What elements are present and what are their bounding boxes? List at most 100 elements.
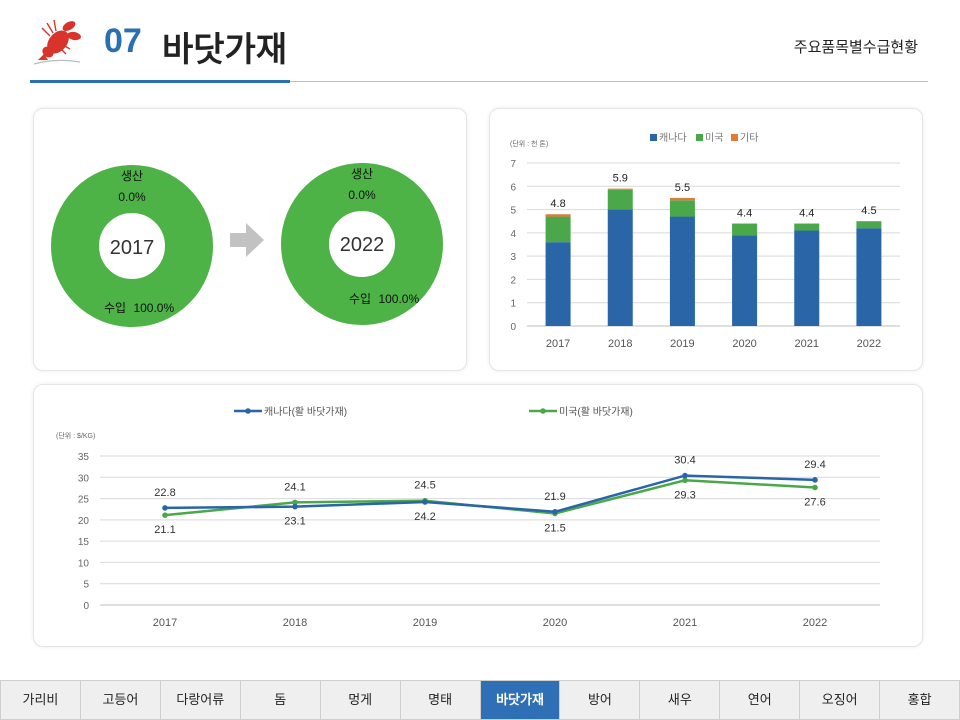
bar-ytick-label: 5 [510,206,516,217]
line-point [812,484,818,491]
nav-tab-멍게[interactable]: 멍게 [319,680,400,720]
donut-charts: 2017 생산 0.0% 수입 100.0% 2022 생산 0.0% 수입 1… [51,163,443,327]
line-ytick-label: 25 [78,495,90,506]
line-data-label-usa: 21.5 [544,522,565,534]
line-data-label-usa: 24.5 [414,480,435,492]
donut-2017-import-value: 100.0% [133,301,174,315]
nav-tab-명태[interactable]: 명태 [399,680,480,720]
donut-center-2022: 2022 [340,234,385,256]
line-data-label-canada: 23.1 [284,516,305,528]
nav-tab-고등어[interactable]: 고등어 [79,680,160,720]
legend-swatch-기타 [731,134,738,141]
line-point [162,505,168,511]
nav-tab-가리비[interactable]: 가리비 [0,680,80,720]
nav-tab-오징어[interactable]: 오징어 [799,680,880,720]
line-data-label-usa: 27.6 [804,497,825,509]
page-title: 바닷가재 [162,31,288,69]
section-number: 07 [104,22,142,60]
bar-total-label: 4.5 [861,205,876,217]
line-data-label-canada: 30.4 [674,455,695,467]
line-xtick-label: 2018 [283,617,307,629]
bar-xtick-label: 2017 [546,338,570,350]
right-arrow-icon [230,223,264,257]
bar-ytick-label: 2 [510,275,516,286]
lobster-icon [33,19,81,65]
line-xtick-label: 2017 [153,617,177,629]
line-point [552,508,558,515]
line-ytick-label: 5 [83,580,89,591]
legend-label-캐나다: 캐나다 [659,132,687,144]
nav-tab-방어[interactable]: 방어 [559,680,640,720]
bar-xtick-label: 2021 [795,338,819,350]
bar-total-label: 5.9 [613,173,628,185]
supply-share-panel: 2017 생산 0.0% 수입 100.0% 2022 생산 0.0% 수입 1… [33,108,467,371]
legend-label-미국: 미국 [705,132,723,144]
line-point [682,472,688,479]
legend-label-미국(활 바닷가재): 미국(활 바닷가재) [559,405,633,418]
bar-segment-미국 [545,216,571,243]
donut-2022-import-value: 100.0% [378,292,419,306]
price-line-chart: (단위 : $/KG) 캐나다(활 바닷가재) 미국(활 바닷가재) 0 5 10 15… [56,405,880,629]
donut-2017-production-label: 생산 [121,169,143,183]
donut-2017-import-label: 수입 100.0% [104,301,174,315]
line-data-label-canada: 24.2 [414,511,435,523]
bar-ytick-label: 3 [510,252,516,263]
line-point [292,503,298,510]
category-nav: 가리비 고등어 다랑어류 돔 멍게 명태 바닷가재 방어 새우 연어 오징어 홍합 [0,680,960,720]
bar-total-label: 4.4 [737,208,752,220]
nav-tab-바닷가재[interactable]: 바닷가재 [479,680,560,720]
legend-marker [245,408,251,414]
bar-ytick-label: 6 [510,182,516,193]
bar-segment-캐나다 [669,216,695,326]
line-data-label-canada: 22.8 [154,487,175,499]
line-xtick-label: 2022 [803,617,827,629]
bar-segment-미국 [856,221,882,229]
line-xtick-label: 2019 [413,617,437,629]
line-data-label-usa: 21.1 [154,524,175,536]
legend-label-캐나다(활 바닷가재): 캐나다(활 바닷가재) [264,405,347,418]
donut-2022-import-name: 수입 [349,292,371,306]
bar-segment-캐나다 [856,228,882,326]
bar-segment-캐나다 [545,242,571,326]
nav-tab-다랑어류[interactable]: 다랑어류 [159,680,240,720]
bar-ytick-label: 7 [510,159,516,170]
bar-segment-캐나다 [607,209,633,326]
bar-xtick-label: 2018 [608,338,632,350]
bar-total-label: 4.8 [550,198,565,210]
line-xtick-label: 2021 [673,617,697,629]
donut-2022-production-value: 0.0% [348,188,376,202]
line-xtick-label: 2020 [543,617,567,629]
bar-ytick-label: 0 [510,322,516,333]
legend-marker [540,408,546,414]
line-ytick-label: 30 [78,473,90,484]
legend-swatch-캐나다 [650,134,657,141]
bar-ytick-label: 1 [510,299,516,310]
line-point [422,499,428,505]
line-ytick-label: 15 [78,537,90,548]
donut-2022-import-label: 수입 100.0% [349,292,419,306]
nav-tab-새우[interactable]: 새우 [639,680,720,720]
bar-segment-미국 [669,200,695,217]
bar-segment-미국 [794,223,820,231]
bar-segment-캐나다 [794,230,820,326]
price-panel: (단위 : $/KG) 캐나다(활 바닷가재) 미국(활 바닷가재) 0 5 10 15… [33,384,923,647]
line-series-미국(활 바닷가재) [164,479,816,517]
bar-total-label: 4.4 [799,208,814,220]
import-volume-panel: (단위 : 천 톤) 캐나다 미국 기타 0 1 2 3 4 5 6 7 4.8 2017 5.9 20… [489,108,923,371]
nav-tab-돔[interactable]: 돔 [239,680,320,720]
line-unit-note: (단위 : $/KG) [56,431,95,440]
nav-tab-홍합[interactable]: 홍합 [879,680,960,720]
nav-tab-연어[interactable]: 연어 [719,680,800,720]
line-point [162,512,168,518]
line-ytick-label: 0 [83,601,89,612]
legend-swatch-미국 [696,134,703,141]
bar-xtick-label: 2022 [857,338,881,350]
donut-2022-production-label: 생산 [351,167,373,181]
bar-total-label: 5.5 [675,182,690,194]
line-point [812,477,818,483]
page-subtitle: 주요품목별수급현황 [793,39,918,56]
donut-2017-production-value: 0.0% [118,190,146,204]
bar-segment-기타 [545,214,571,217]
line-data-label-usa: 29.3 [674,489,695,501]
line-data-label-canada: 29.4 [804,459,825,471]
